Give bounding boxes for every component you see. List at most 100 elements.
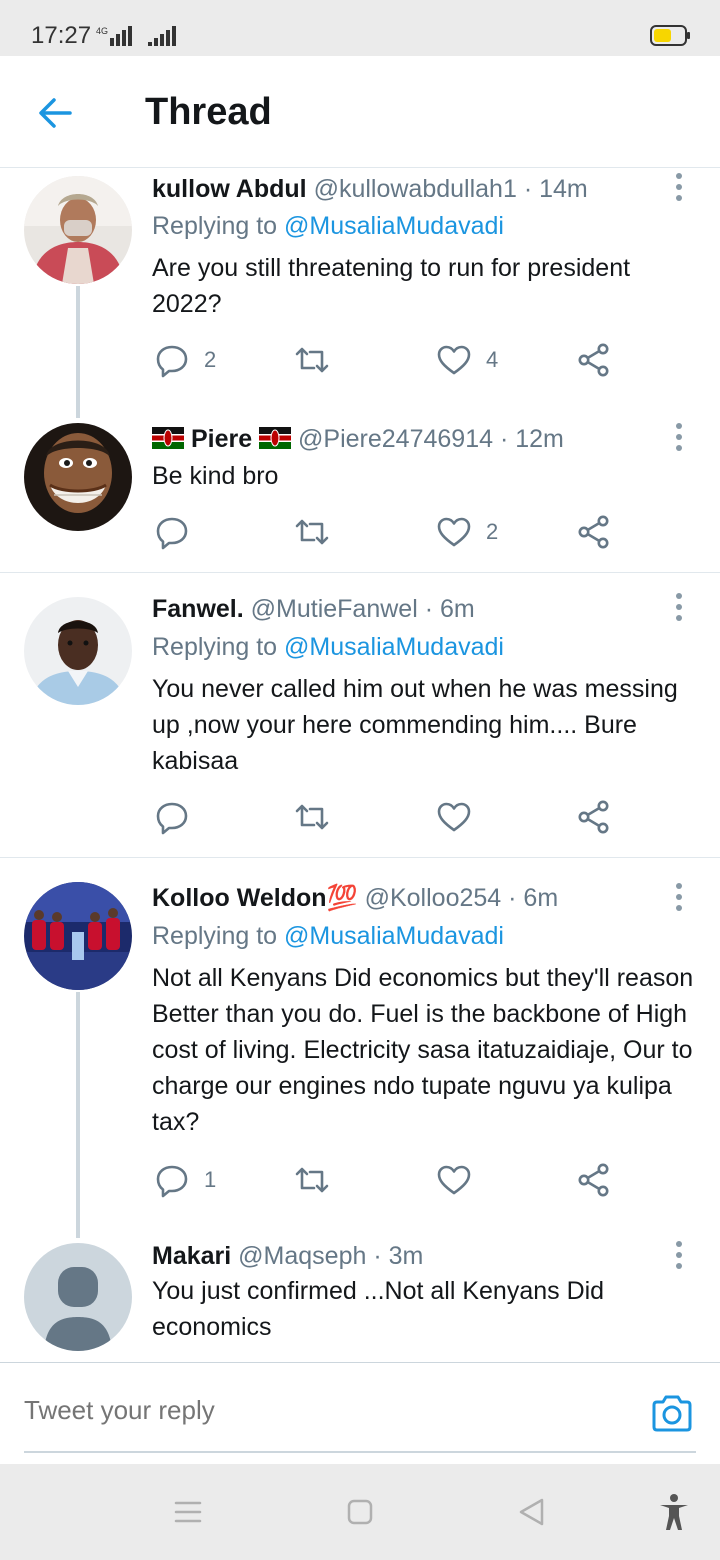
more-options-icon[interactable] [672, 1240, 686, 1270]
tweet-kolloo[interactable]: Kolloo Weldon💯 @Kolloo254 · 6m Replying … [0, 858, 720, 1238]
replying-label: Replying to [152, 633, 278, 661]
share-button[interactable] [576, 797, 612, 837]
tweet-header: Kolloo Weldon💯 @Kolloo254 · 6m [152, 884, 558, 913]
reply-button[interactable] [154, 512, 204, 552]
author-handle[interactable]: @kullowabdullah1 [314, 175, 517, 203]
reply-count: 2 [204, 347, 217, 372]
back-triangle-icon[interactable] [512, 1492, 552, 1532]
share-icon [578, 515, 609, 549]
reply-composer [0, 1362, 720, 1464]
reply-count: 1 [204, 1167, 217, 1192]
reply-icon [156, 802, 188, 835]
home-square-icon[interactable] [340, 1492, 380, 1532]
retweet-button[interactable] [294, 512, 344, 552]
retweet-button[interactable] [294, 1160, 344, 1200]
status-time: 17:27 [31, 22, 92, 49]
mention-link[interactable]: @MusaliaMudavadi [284, 922, 504, 950]
tweet-time: · 6m [508, 884, 559, 912]
author-name[interactable]: Fanwel. [152, 595, 244, 623]
menu-icon[interactable] [168, 1492, 208, 1532]
retweet-icon [295, 1167, 329, 1193]
retweet-button[interactable] [294, 340, 344, 380]
arrow-left-icon[interactable] [34, 92, 76, 134]
tweet-header: kullow Abdul @kullowabdullah1 · 14m [152, 175, 588, 204]
like-button[interactable]: 4 [436, 340, 498, 380]
author-name[interactable]: Kolloo Weldon💯 [152, 884, 358, 912]
tweet-header: Makari @Maqseph · 3m [152, 1242, 423, 1271]
retweet-icon [295, 804, 329, 830]
tweet-text: Be kind bro [152, 462, 279, 490]
reply-icon [156, 517, 188, 550]
reply-underline [24, 1451, 696, 1453]
tweet-piere[interactable]: Piere @Piere24746914 · 12m Be kind bro 2 [0, 408, 720, 572]
heart-icon [437, 517, 471, 547]
system-nav-bar [0, 1464, 720, 1560]
heart-icon [437, 345, 471, 375]
avatar[interactable] [24, 1243, 132, 1351]
tweet-text: You just confirmed ...Not all Kenyans Di… [152, 1277, 605, 1341]
more-options-icon[interactable] [672, 592, 686, 622]
status-bar: 17:27 4G [0, 0, 720, 56]
mention-link[interactable]: @MusaliaMudavadi [284, 212, 504, 240]
reply-icon [156, 1165, 188, 1198]
network-type: 4G [96, 26, 108, 36]
more-options-icon[interactable] [672, 422, 686, 452]
more-options-icon[interactable] [672, 172, 686, 202]
tweet-actions: 2 4 [152, 340, 622, 380]
replying-to: Replying to @MusaliaMudavadi [152, 922, 504, 951]
tweet-kullow[interactable]: kullow Abdul @kullowabdullah1 · 14m Repl… [0, 168, 720, 418]
tweet-text: You never called him out when he was mes… [152, 675, 678, 775]
accessibility-icon[interactable] [654, 1492, 694, 1532]
share-button[interactable] [576, 512, 612, 552]
tweet-time: · 14m [523, 175, 588, 203]
author-name[interactable]: Piere [191, 425, 252, 453]
replying-label: Replying to [152, 922, 278, 950]
reply-button[interactable] [154, 797, 204, 837]
author-name[interactable]: kullow Abdul [152, 175, 307, 203]
reply-input[interactable] [24, 1395, 584, 1426]
like-count: 2 [486, 519, 499, 544]
retweet-button[interactable] [294, 797, 344, 837]
author-handle[interactable]: @Maqseph [238, 1242, 366, 1270]
share-button[interactable] [576, 1160, 612, 1200]
tweet-header: Fanwel. @MutieFanwel · 6m [152, 595, 475, 624]
avatar[interactable] [24, 597, 132, 705]
battery-icon [650, 25, 690, 46]
tweet-time: · 3m [373, 1242, 424, 1270]
tweet-text: Not all Kenyans Did economics but they'l… [152, 964, 694, 1136]
avatar[interactable] [24, 882, 132, 990]
like-button[interactable] [436, 1160, 486, 1200]
thread-line [76, 992, 80, 1238]
author-handle[interactable]: @Piere24746914 [298, 425, 493, 453]
heart-icon [437, 802, 471, 832]
tweet-makari[interactable]: Makari @Maqseph · 3m You just confirmed … [0, 1230, 720, 1362]
like-button[interactable] [436, 797, 486, 837]
camera-icon[interactable] [650, 1393, 694, 1433]
thread-line [76, 286, 80, 418]
tweet-actions: 2 [152, 512, 622, 552]
avatar[interactable] [24, 423, 132, 531]
more-options-icon[interactable] [672, 882, 686, 912]
retweet-icon [295, 519, 329, 545]
reply-button[interactable]: 2 [154, 340, 216, 380]
share-icon [578, 343, 609, 377]
avatar[interactable] [24, 176, 132, 284]
kenya-flag-icon [259, 427, 292, 449]
like-button[interactable]: 2 [436, 512, 498, 552]
kenya-flag-icon [152, 427, 184, 449]
app-bar: Thread [0, 56, 720, 168]
tweet-actions [152, 797, 622, 837]
retweet-icon [295, 347, 329, 373]
author-handle[interactable]: @MutieFanwel [251, 595, 418, 623]
tweet-time: · 6m [424, 595, 475, 623]
tweet-fanwel[interactable]: Fanwel. @MutieFanwel · 6m Replying to @M… [0, 573, 720, 857]
author-handle[interactable]: @Kolloo254 [365, 884, 502, 912]
author-name[interactable]: Makari [152, 1242, 231, 1270]
page-title: Thread [145, 91, 272, 133]
share-button[interactable] [576, 340, 612, 380]
replying-to: Replying to @MusaliaMudavadi [152, 633, 504, 662]
mention-link[interactable]: @MusaliaMudavadi [284, 633, 504, 661]
reply-button[interactable]: 1 [154, 1160, 216, 1200]
tweet-actions: 1 [152, 1160, 622, 1200]
replying-to: Replying to @MusaliaMudavadi [152, 212, 504, 241]
